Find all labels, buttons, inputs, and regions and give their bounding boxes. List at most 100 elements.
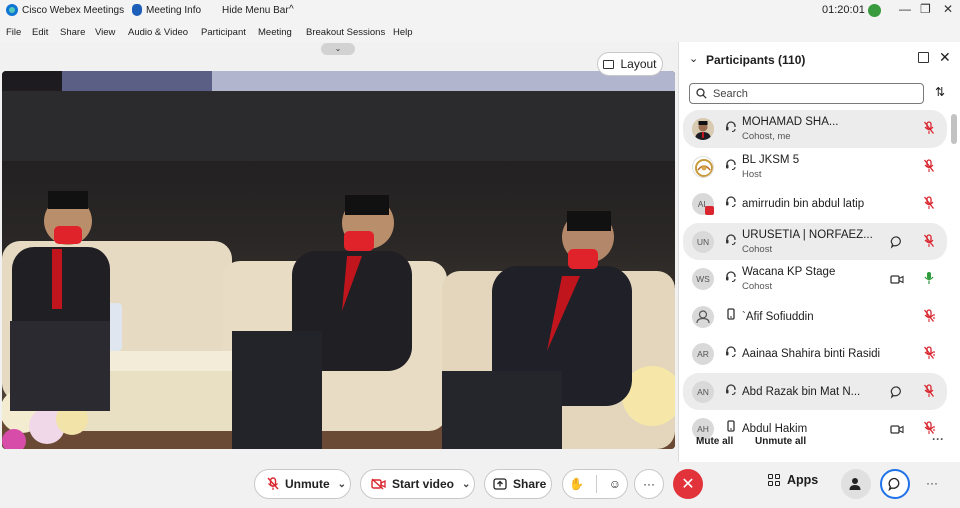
close-window-button[interactable]: ✕: [943, 2, 953, 16]
menu-bar: File Edit Share View Audio & Video Parti…: [0, 22, 960, 42]
menu-help[interactable]: Help: [393, 27, 413, 38]
avatar: [692, 118, 714, 140]
share-icon: [493, 478, 507, 490]
mic-muted-icon[interactable]: [923, 158, 935, 173]
mic-muted-icon[interactable]: [923, 346, 935, 360]
leave-meeting-button[interactable]: ✕: [673, 469, 703, 499]
title-bar: Cisco Webex Meetings Meeting Info Hide M…: [0, 0, 960, 22]
participant-name: Abd Razak bin Mat N...: [742, 385, 861, 398]
chat-icon: [888, 477, 900, 491]
popout-icon[interactable]: [918, 52, 929, 63]
reactions-icon[interactable]: ☺: [609, 477, 621, 491]
layout-label: Layout: [620, 57, 657, 71]
reactions-group: ✋ ☺: [562, 469, 628, 499]
mic-muted-icon[interactable]: [923, 383, 935, 398]
participant-role: Cohost, me: [742, 131, 791, 142]
chat-button[interactable]: [880, 469, 910, 499]
mic-muted-icon[interactable]: [923, 196, 935, 210]
participant-role: Cohost: [742, 243, 773, 255]
search-icon: [696, 88, 707, 99]
start-video-button[interactable]: Start video ⌄: [360, 469, 475, 499]
mute-all-button[interactable]: Mute all: [696, 436, 733, 447]
connection-status-icon[interactable]: [868, 4, 881, 17]
stage-video-image: [2, 71, 675, 449]
participant-row[interactable]: MOHAMAD SHA... Cohost, me: [683, 110, 947, 148]
webex-logo-icon: [6, 4, 18, 16]
menu-file[interactable]: File: [6, 27, 21, 38]
raise-hand-icon[interactable]: ✋: [569, 477, 584, 491]
participant-name: Wacana KP Stage: [742, 266, 836, 278]
avatar: AN: [692, 380, 714, 403]
more-options-icon[interactable]: ···: [932, 432, 944, 446]
meeting-timer: 01:20:01: [822, 4, 865, 16]
menu-participant[interactable]: Participant: [201, 27, 246, 38]
chevron-down-icon[interactable]: ⌄: [462, 479, 470, 490]
more-options-button[interactable]: ···: [634, 469, 664, 499]
participants-footer: Mute all Unmute all ···: [679, 431, 960, 455]
participant-row[interactable]: UN URUSETIA | NORFAEZ... Cohost: [683, 222, 947, 260]
headset-icon: [726, 158, 736, 170]
menu-breakout-sessions[interactable]: Breakout Sessions: [306, 27, 385, 38]
participants-button[interactable]: [841, 469, 871, 499]
participant-row[interactable]: `Afif Sofiuddin: [683, 298, 947, 336]
avatar: UN: [692, 230, 714, 253]
apps-button[interactable]: Apps: [768, 473, 818, 487]
layout-button[interactable]: Layout: [597, 52, 663, 76]
participant-row[interactable]: BL JKSM 5 Host: [683, 148, 947, 186]
chat-icon[interactable]: [890, 235, 904, 249]
apps-label: Apps: [787, 473, 819, 487]
shield-icon: [132, 4, 142, 16]
scrollbar[interactable]: [951, 114, 957, 144]
participant-role: Host: [742, 168, 762, 180]
unmute-button[interactable]: Unmute ⌄: [254, 469, 351, 499]
participant-role: Cohost: [742, 281, 773, 292]
menu-edit[interactable]: Edit: [32, 27, 48, 38]
chat-icon[interactable]: [890, 385, 904, 399]
headset-icon: [726, 383, 736, 395]
chevron-down-icon[interactable]: ⌄: [338, 479, 346, 490]
participant-list: MOHAMAD SHA... Cohost, me BL JKSM 5 Host AL a…: [683, 110, 947, 448]
mic-muted-icon: [267, 477, 279, 490]
participant-row[interactable]: AL amirrudin bin abdul latip: [683, 185, 947, 223]
menu-share[interactable]: Share: [60, 27, 85, 38]
unmute-all-button[interactable]: Unmute all: [755, 436, 806, 447]
sort-icon[interactable]: ⇅: [935, 85, 945, 99]
participant-name: amirrudin bin abdul latip: [742, 198, 865, 210]
participant-name: `Afif Sofiuddin: [742, 310, 814, 323]
participants-header: ⌄ Participants (110) ✕: [679, 42, 960, 78]
menu-meeting[interactable]: Meeting: [258, 27, 292, 38]
mic-icon[interactable]: [923, 271, 935, 285]
mic-muted-icon[interactable]: [923, 233, 935, 248]
collapse-menu-button[interactable]: ⌄: [321, 43, 355, 55]
unmute-label: Unmute: [285, 477, 330, 491]
minimize-button[interactable]: —: [899, 2, 911, 16]
chevron-down-icon[interactable]: ⌄: [689, 52, 698, 65]
search-input[interactable]: [713, 87, 903, 100]
mic-muted-icon[interactable]: [923, 121, 935, 135]
video-stage[interactable]: [2, 71, 675, 449]
camera-icon[interactable]: [890, 272, 904, 286]
avatar: [692, 305, 714, 328]
participants-title: Participants (110): [706, 53, 806, 67]
meeting-controls: Unmute ⌄ Start video ⌄ Share ✋ ☺ ··· ✕ A…: [0, 462, 960, 508]
menu-audio-video[interactable]: Audio & Video: [128, 27, 188, 38]
chevron-up-icon[interactable]: ^: [289, 4, 294, 15]
menu-view[interactable]: View: [95, 27, 115, 38]
participant-row[interactable]: AN Abd Razak bin Mat N...: [683, 372, 947, 410]
more-icon[interactable]: ···: [926, 476, 938, 490]
avatar: AR: [692, 343, 714, 365]
share-button[interactable]: Share: [484, 469, 552, 499]
participant-row[interactable]: AR Aainaa Shahira binti Rasidi: [683, 335, 947, 373]
avatar: WS: [692, 268, 714, 290]
app-title: Cisco Webex Meetings: [22, 5, 125, 16]
hide-menu-bar-button[interactable]: Hide Menu Bar: [222, 5, 289, 16]
mic-muted-icon[interactable]: [923, 308, 935, 323]
participant-row[interactable]: WS Wacana KP Stage Cohost: [683, 260, 947, 298]
close-icon: ✕: [681, 476, 695, 493]
headset-icon: [726, 196, 736, 207]
participant-search[interactable]: [689, 83, 924, 104]
meeting-info-button[interactable]: Meeting Info: [146, 5, 201, 16]
close-panel-button[interactable]: ✕: [939, 49, 951, 66]
participant-name: Aainaa Shahira binti Rasidi: [742, 348, 881, 360]
restore-button[interactable]: ❐: [920, 2, 931, 16]
